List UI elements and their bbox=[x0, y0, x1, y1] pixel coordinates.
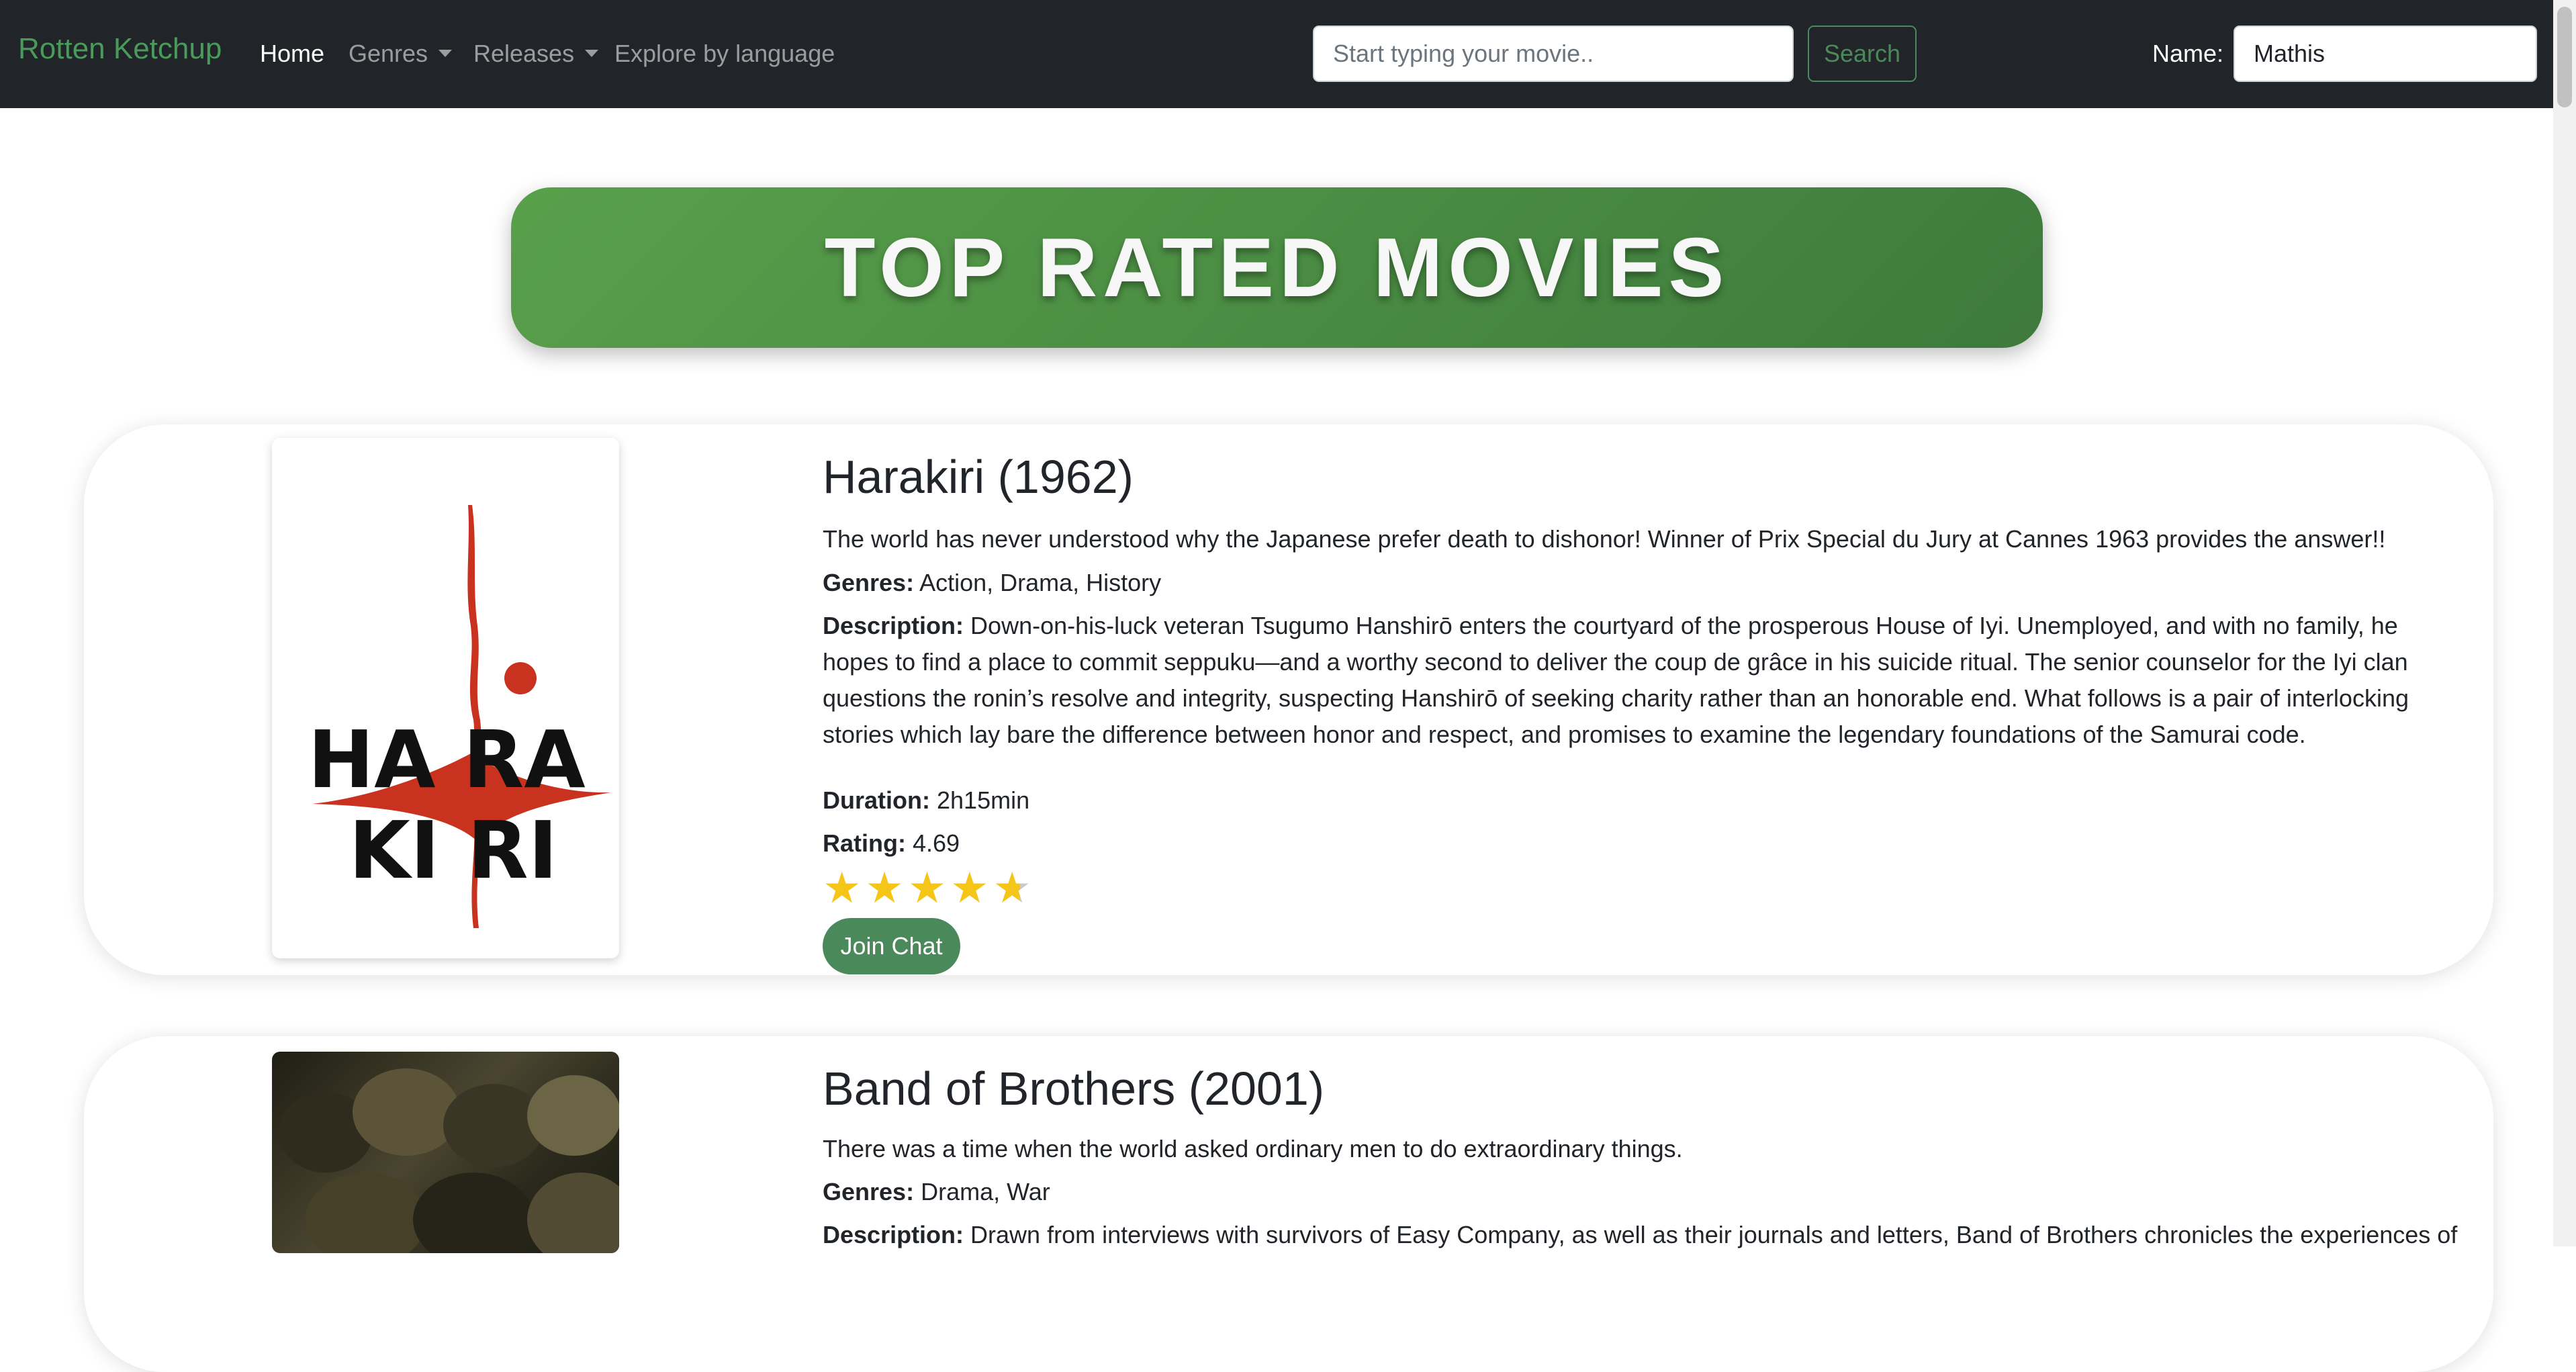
movie-tagline: There was a time when the world asked or… bbox=[823, 1135, 1683, 1162]
movie-genres: Genres: Drama, War bbox=[823, 1174, 1050, 1210]
page-scrollbar[interactable] bbox=[2553, 0, 2576, 1246]
top-rated-banner: TOP RATED MOVIES bbox=[511, 187, 2043, 348]
name-label: Name: bbox=[2152, 40, 2224, 67]
rating-label: Rating: bbox=[823, 829, 906, 857]
movie-description: Description: Drawn from interviews with … bbox=[823, 1217, 2461, 1253]
nav-home[interactable]: Home bbox=[260, 40, 324, 68]
description-label: Description: bbox=[823, 1221, 964, 1248]
description-value: Drawn from interviews with survivors of … bbox=[970, 1221, 2458, 1248]
banner-title: TOP RATED MOVIES bbox=[824, 221, 1730, 314]
band-of-brothers-poster-art bbox=[279, 1068, 619, 1253]
star-icon: ★ bbox=[950, 864, 989, 912]
nav-genres-dropdown[interactable]: Genres bbox=[349, 40, 453, 68]
nav-releases-dropdown[interactable]: Releases bbox=[473, 40, 599, 68]
star-partial-icon: ★ bbox=[993, 864, 1031, 912]
join-chat-button[interactable]: Join Chat bbox=[823, 918, 960, 974]
genres-value: Drama, War bbox=[921, 1178, 1050, 1205]
star-rating: ★ ★ ★ ★ ★ bbox=[823, 866, 1031, 909]
nav-genres-label: Genres bbox=[349, 40, 428, 67]
movie-title: Harakiri (1962) bbox=[823, 451, 1134, 503]
movie-duration: Duration: 2h15min bbox=[823, 782, 1029, 819]
nav-explore-language[interactable]: Explore by language bbox=[614, 40, 835, 68]
rating-value: 4.69 bbox=[913, 829, 960, 857]
movie-card: Band of Brothers (2001) There was a time… bbox=[84, 1036, 2493, 1372]
name-input[interactable] bbox=[2234, 26, 2537, 82]
movie-description: Description: Down-on-his-luck veteran Ts… bbox=[823, 608, 2461, 753]
poster-text-bottom: KI RI bbox=[349, 804, 557, 897]
poster-text-top: HA RA bbox=[308, 713, 585, 806]
movie-poster[interactable] bbox=[272, 1052, 619, 1253]
star-icon: ★ bbox=[907, 864, 947, 912]
star-icon: ★ bbox=[865, 864, 904, 912]
description-label: Description: bbox=[823, 612, 964, 639]
navbar: Rotten Ketchup Home Genres Releases Expl… bbox=[0, 0, 2553, 108]
movie-title: Band of Brothers (2001) bbox=[823, 1062, 1325, 1115]
movie-tagline: The world has never understood why the J… bbox=[823, 525, 2386, 553]
movie-rating: Rating: 4.69 bbox=[823, 825, 960, 862]
genres-label: Genres: bbox=[823, 1178, 915, 1205]
search-input[interactable] bbox=[1313, 26, 1794, 82]
movie-card: HA RA KI RI Harakiri (1962) The world ha… bbox=[84, 424, 2493, 975]
duration-value: 2h15min bbox=[937, 786, 1030, 814]
chevron-down-icon bbox=[585, 49, 599, 57]
search-button[interactable]: Search bbox=[1808, 26, 1917, 82]
genres-label: Genres: bbox=[823, 569, 915, 596]
movie-poster[interactable]: HA RA KI RI bbox=[272, 438, 619, 958]
brand-logo[interactable]: Rotten Ketchup bbox=[18, 32, 222, 66]
chevron-down-icon bbox=[439, 49, 453, 57]
harakiri-poster-art: HA RA KI RI bbox=[308, 505, 611, 928]
scrollbar-thumb[interactable] bbox=[2557, 7, 2572, 107]
star-icon: ★ bbox=[823, 864, 862, 912]
description-value: Down-on-his-luck veteran Tsugumo Hanshir… bbox=[823, 612, 2409, 748]
nav-releases-label: Releases bbox=[473, 40, 575, 67]
genres-value: Action, Drama, History bbox=[919, 569, 1162, 596]
movie-genres: Genres: Action, Drama, History bbox=[823, 565, 1161, 601]
duration-label: Duration: bbox=[823, 786, 930, 814]
